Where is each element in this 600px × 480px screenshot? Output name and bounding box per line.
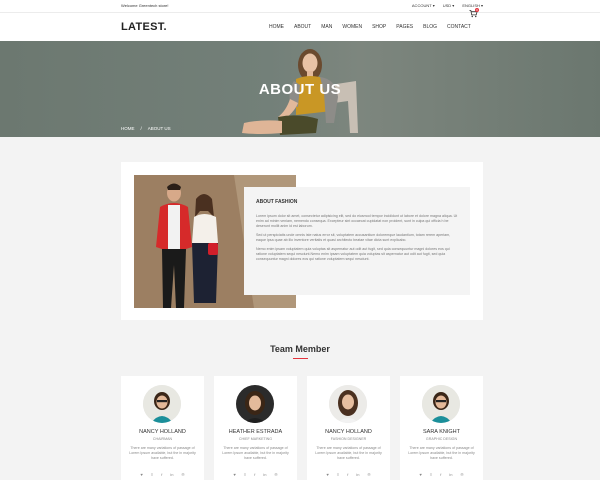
linkedin-icon[interactable]: in [449, 472, 452, 477]
team-member-card: HEATHER ESTRADA CHIEF MARKETING There ar… [214, 376, 297, 480]
nav-man[interactable]: MAN [321, 24, 332, 30]
team-member-card: NANCY HOLLAND FASHION DESIGNER There are… [307, 376, 390, 480]
nav-pages[interactable]: PAGES [396, 24, 413, 30]
member-role: GRAPHIC DESIGN [425, 437, 458, 441]
team-section-title: Team Member [270, 344, 330, 354]
facebook-icon[interactable]: f [440, 472, 441, 477]
member-avatar [422, 385, 460, 423]
member-description: There are many variations of passage of … [222, 446, 289, 460]
cart-count-badge: 0 [475, 8, 479, 12]
top-dropdowns: ACCOUNT USD ENGLISH [412, 3, 483, 8]
twitter-icon[interactable]: ♥ [141, 472, 143, 477]
currency-dropdown[interactable]: USD [443, 3, 455, 8]
member-name: NANCY HOLLAND [139, 429, 186, 435]
facebook-icon[interactable]: f [347, 472, 348, 477]
member-avatar [143, 385, 181, 423]
pinterest-icon[interactable]: ℗ [275, 472, 278, 477]
member-description: There are many variations of passage of … [129, 446, 196, 460]
member-role: CHAIRMAN [152, 437, 173, 441]
facebook-icon[interactable]: f [161, 472, 162, 477]
facebook-icon[interactable]: f [254, 472, 255, 477]
pinterest-icon[interactable]: ℗ [182, 472, 185, 477]
linkedin-icon[interactable]: in [263, 472, 266, 477]
page-banner: ABOUT US [0, 41, 600, 137]
rss-icon[interactable]: ≡ [337, 472, 339, 477]
language-dropdown[interactable]: ENGLISH [462, 3, 483, 8]
twitter-icon[interactable]: ♥ [327, 472, 329, 477]
member-name: HEATHER ESTRADA [228, 429, 283, 435]
member-social-links: ♥ ≡ f in ℗ [307, 472, 390, 477]
member-name: NANCY HOLLAND [325, 429, 372, 435]
site-logo[interactable]: LATEST. [121, 21, 167, 33]
about-heading: ABOUT FASHION [256, 199, 298, 205]
linkedin-icon[interactable]: in [356, 472, 359, 477]
team-member-card: SARA KNIGHT GRAPHIC DESIGN There are man… [400, 376, 483, 480]
twitter-icon[interactable]: ♥ [234, 472, 236, 477]
member-description: There are many variations of passage of … [408, 446, 475, 460]
welcome-text: Welcome Greentech store! [121, 3, 169, 8]
nav-home[interactable]: HOME [269, 24, 284, 30]
breadcrumb-current: ABOUT US [147, 126, 171, 131]
main-nav: HOME ABOUT MAN WOMEN SHOP PAGES BLOG CON… [269, 24, 481, 30]
member-avatar [236, 385, 274, 423]
member-name: SARA KNIGHT [423, 429, 460, 435]
about-text-panel: ABOUT FASHION Lorem ipsum dolor sit amet… [244, 187, 470, 295]
banner-title: ABOUT US [258, 81, 342, 98]
nav-blog[interactable]: BLOG [423, 24, 437, 30]
breadcrumb-home[interactable]: HOME [121, 126, 135, 131]
member-role: CHIEF MARKETING [238, 437, 273, 441]
about-paragraph: Lorem ipsum dolor sit amet, consectetur … [256, 214, 458, 228]
rss-icon[interactable]: ≡ [151, 472, 153, 477]
twitter-icon[interactable]: ♥ [420, 472, 422, 477]
breadcrumb: HOME / ABOUT US [121, 126, 171, 131]
nav-women[interactable]: WOMEN [342, 24, 362, 30]
main-header: LATEST. HOME ABOUT MAN WOMEN SHOP PAGES … [0, 13, 600, 41]
account-dropdown[interactable]: ACCOUNT [412, 3, 435, 8]
nav-about[interactable]: ABOUT [294, 24, 311, 30]
title-underline [293, 358, 308, 359]
top-bar: Welcome Greentech store! ACCOUNT USD ENG… [0, 0, 600, 13]
about-paragraph: Nemo enim ipsam voluptatem quia voluptas… [256, 247, 450, 261]
member-social-links: ♥ ≡ f in ℗ [214, 472, 297, 477]
member-avatar [329, 385, 367, 423]
linkedin-icon[interactable]: in [170, 472, 173, 477]
member-social-links: ♥ ≡ f in ℗ [400, 472, 483, 477]
about-paragraph: Sed ut perspiciatis unde omnis iste natu… [256, 233, 451, 242]
rss-icon[interactable]: ≡ [430, 472, 432, 477]
pinterest-icon[interactable]: ℗ [461, 472, 464, 477]
team-member-card: NANCY HOLLAND CHAIRMAN There are many va… [121, 376, 204, 480]
pinterest-icon[interactable]: ℗ [368, 472, 371, 477]
member-description: There are many variations of passage of … [315, 446, 382, 460]
member-social-links: ♥ ≡ f in ℗ [121, 472, 204, 477]
member-role: FASHION DESIGNER [330, 437, 367, 441]
nav-shop[interactable]: SHOP [372, 24, 386, 30]
nav-contact[interactable]: CONTACT [447, 24, 471, 30]
rss-icon[interactable]: ≡ [244, 472, 246, 477]
breadcrumb-separator: / [140, 126, 142, 131]
